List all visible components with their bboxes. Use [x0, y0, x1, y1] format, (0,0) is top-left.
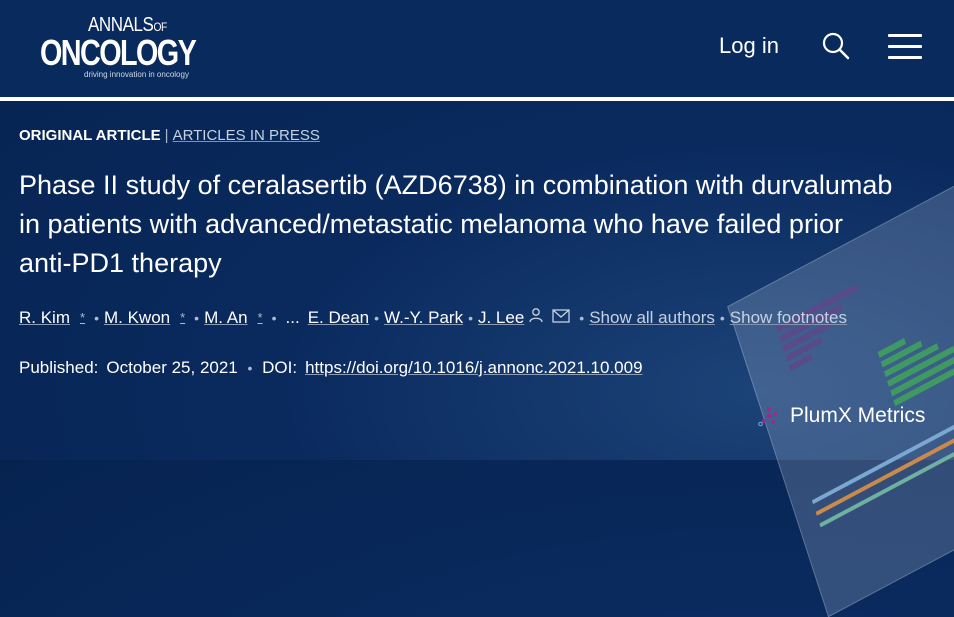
- author-footnote-mark[interactable]: *: [180, 310, 185, 325]
- site-header: ANNALSOF ONCOLOGY driving innovation in …: [0, 0, 954, 97]
- header-divider: [0, 97, 954, 101]
- author-link[interactable]: M. An: [204, 308, 247, 328]
- plumx-icon: [758, 407, 777, 427]
- article-title: Phase II study of ceralasertib (AZD6738)…: [19, 170, 893, 278]
- logo-oncology-text: ONCOLOGY: [40, 32, 197, 73]
- show-footnotes-link[interactable]: Show footnotes: [730, 308, 847, 328]
- publication-meta: Published: October 25, 2021 • DOI: https:/…: [19, 358, 643, 378]
- person-icon[interactable]: [528, 307, 544, 328]
- author-footnote-mark[interactable]: *: [258, 310, 263, 325]
- author-link[interactable]: E. Dean: [308, 308, 369, 328]
- author-separator: •: [94, 309, 99, 326]
- article-type-row: ORIGINAL ARTICLE | ARTICLES IN PRESS: [19, 127, 320, 144]
- published-label: Published:: [19, 358, 99, 377]
- author-link[interactable]: J. Lee: [478, 308, 524, 328]
- article-type-separator: |: [164, 127, 169, 144]
- logo-tagline: driving innovation in oncology: [84, 70, 189, 79]
- author-separator: •: [374, 309, 380, 326]
- article-type-label: ORIGINAL ARTICLE: [19, 127, 161, 144]
- author-separator: •: [579, 309, 585, 326]
- envelope-icon[interactable]: [552, 308, 570, 328]
- plumx-label: PlumX Metrics: [790, 404, 926, 427]
- articles-in-press-link[interactable]: ARTICLES IN PRESS: [173, 127, 320, 144]
- author-link[interactable]: R. Kim: [19, 308, 70, 328]
- show-all-authors-link[interactable]: Show all authors: [589, 308, 715, 328]
- author-separator: •: [194, 309, 200, 326]
- hamburger-menu-button[interactable]: [888, 34, 922, 60]
- author-link[interactable]: W.-Y. Park: [384, 308, 463, 328]
- plumx-metrics-link[interactable]: PlumX Metrics: [758, 404, 925, 428]
- doi-label: DOI:: [262, 358, 298, 377]
- meta-separator: •: [247, 360, 253, 376]
- author-separator: •: [468, 309, 473, 326]
- annals-of-oncology-logo[interactable]: ANNALSOF ONCOLOGY driving innovation in …: [40, 14, 197, 84]
- search-button[interactable]: [821, 31, 851, 61]
- login-link[interactable]: Log in: [719, 33, 779, 59]
- search-icon: [822, 32, 850, 60]
- author-separator: •: [271, 309, 277, 326]
- author-list: R. Kim * • M. Kwon * • M. An * • ... E. …: [19, 307, 847, 328]
- authors-ellipsis: ...: [285, 307, 300, 327]
- hamburger-menu-icon: [888, 34, 922, 37]
- author-footnote-mark[interactable]: *: [80, 310, 85, 325]
- doi-link[interactable]: https://doi.org/10.1016/j.annonc.2021.10…: [305, 358, 642, 377]
- author-link[interactable]: M. Kwon: [104, 308, 170, 328]
- author-separator: •: [719, 309, 725, 326]
- published-date: October 25, 2021: [106, 358, 238, 377]
